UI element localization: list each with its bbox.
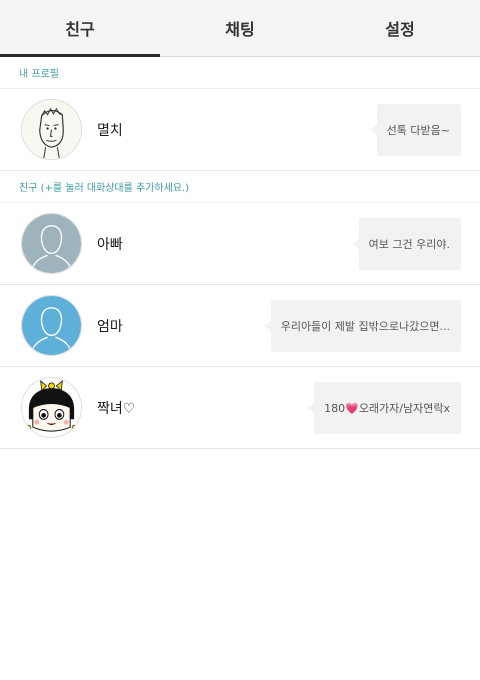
friend-status-bubble: 180💗오래가자/남자연락x [307, 382, 461, 434]
friend-name: 짝녀♡ [97, 401, 136, 417]
friend-name: 아빠 [97, 237, 123, 253]
sketch-face-avatar [21, 99, 82, 160]
tab-bar: 친구 채팅 설정 [0, 0, 480, 57]
friend-name: 엄마 [97, 319, 123, 335]
friend-status-bubble: 여보 그건 우리야. [351, 218, 461, 270]
tab-chats[interactable]: 채팅 [160, 0, 320, 56]
my-profile-header: 내 프로필 [0, 57, 480, 89]
tab-settings[interactable]: 설정 [320, 0, 480, 56]
friend-row[interactable]: 아빠 여보 그건 우리야. [0, 203, 480, 285]
default-blue-avatar [21, 295, 82, 356]
default-gray-avatar [21, 213, 82, 274]
friend-row[interactable]: 엄마 우리아들이 제발 집밖으로나갔으면... [0, 285, 480, 367]
my-status-bubble: 선톡 다받음~ [369, 104, 461, 156]
friend-status-bubble: 우리아들이 제발 집밖으로나갔으면... [263, 300, 461, 352]
friends-header: 친구 (+를 눌러 대화상대를 추가하세요.) [0, 171, 480, 203]
tab-friends[interactable]: 친구 [0, 0, 160, 57]
friend-row[interactable]: 짝녀♡ 180💗오래가자/남자연락x [0, 367, 480, 449]
my-profile-name: 멸치 [97, 123, 123, 139]
my-profile-row[interactable]: 멸치 선톡 다받음~ [0, 89, 480, 171]
cartoon-girl-avatar [21, 377, 82, 438]
